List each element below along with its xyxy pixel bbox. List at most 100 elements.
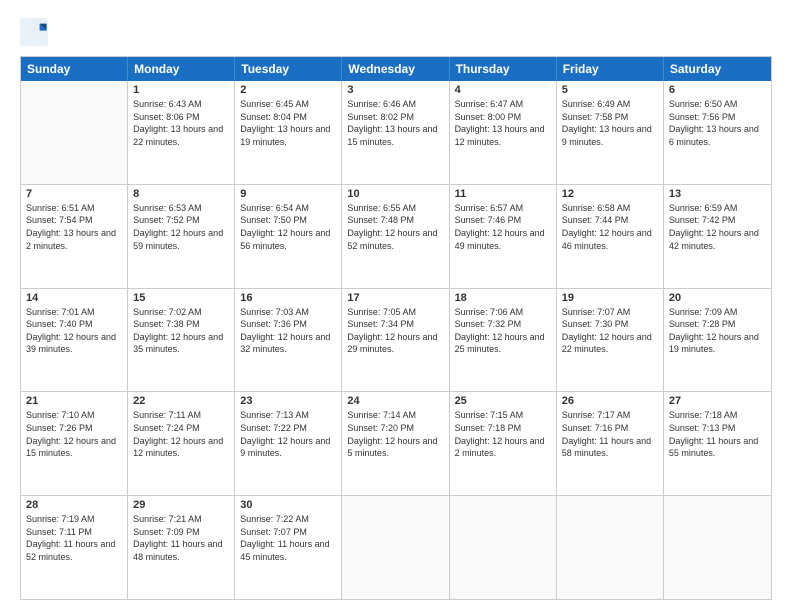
cell-info: Sunrise: 7:18 AMSunset: 7:13 PMDaylight:… [669,409,766,459]
cell-info: Sunrise: 6:54 AMSunset: 7:50 PMDaylight:… [240,202,336,252]
calendar-cell: 30 Sunrise: 7:22 AMSunset: 7:07 PMDayligh… [235,496,342,599]
calendar-header-cell: Tuesday [235,57,342,81]
logo-icon [20,18,48,46]
cell-info: Sunrise: 7:10 AMSunset: 7:26 PMDaylight:… [26,409,122,459]
day-number: 9 [240,188,336,200]
day-number: 6 [669,84,766,96]
cell-info: Sunrise: 7:05 AMSunset: 7:34 PMDaylight:… [347,306,443,356]
cell-info: Sunrise: 7:14 AMSunset: 7:20 PMDaylight:… [347,409,443,459]
day-number: 8 [133,188,229,200]
header [20,18,772,46]
calendar-cell: 20Sunrise: 7:09 AMSunset: 7:28 PMDayligh… [664,289,771,392]
calendar-cell: 24Sunrise: 7:14 AMSunset: 7:20 PMDayligh… [342,392,449,495]
calendar-header: SundayMondayTuesdayWednesdayThursdayFrid… [21,57,771,81]
day-number: 5 [562,84,658,96]
cell-info: Sunrise: 6:45 AMSunset: 8:04 PMDaylight:… [240,98,336,148]
cell-info: Sunrise: 7:13 AMSunset: 7:22 PMDaylight:… [240,409,336,459]
day-number: 13 [669,188,766,200]
calendar-cell: 27 Sunrise: 7:18 AMSunset: 7:13 PMDayligh… [664,392,771,495]
cell-info: Sunrise: 6:53 AMSunset: 7:52 PMDaylight:… [133,202,229,252]
logo [20,18,52,46]
cell-info: Sunrise: 7:03 AMSunset: 7:36 PMDaylight:… [240,306,336,356]
day-number: 1 [133,84,229,96]
calendar-cell [450,496,557,599]
cell-info: Sunrise: 6:43 AMSunset: 8:06 PMDaylight:… [133,98,229,148]
calendar-cell: 16 Sunrise: 7:03 AMSunset: 7:36 PMDayligh… [235,289,342,392]
calendar-cell: 14 Sunrise: 7:01 AMSunset: 7:40 PMDayligh… [21,289,128,392]
calendar-cell [21,81,128,184]
calendar-cell: 15 Sunrise: 7:02 AMSunset: 7:38 PMDayligh… [128,289,235,392]
day-number: 22 [133,395,229,407]
calendar-cell: 11 Sunrise: 6:57 AMSunset: 7:46 PMDayligh… [450,185,557,288]
calendar-cell: 2 Sunrise: 6:45 AMSunset: 8:04 PMDaylight… [235,81,342,184]
cell-info: Sunrise: 7:01 AMSunset: 7:40 PMDaylight:… [26,306,122,356]
calendar-cell: 26 Sunrise: 7:17 AMSunset: 7:16 PMDayligh… [557,392,664,495]
calendar-header-cell: Thursday [450,57,557,81]
day-number: 15 [133,292,229,304]
cell-info: Sunrise: 7:11 AMSunset: 7:24 PMDaylight:… [133,409,229,459]
calendar-row: 1 Sunrise: 6:43 AMSunset: 8:06 PMDaylight… [21,81,771,184]
day-number: 26 [562,395,658,407]
cell-info: Sunrise: 6:46 AMSunset: 8:02 PMDaylight:… [347,98,443,148]
cell-info: Sunrise: 6:49 AMSunset: 7:58 PMDaylight:… [562,98,658,148]
calendar-cell: 28 Sunrise: 7:19 AMSunset: 7:11 PMDayligh… [21,496,128,599]
calendar-cell: 6 Sunrise: 6:50 AMSunset: 7:56 PMDaylight… [664,81,771,184]
calendar-cell: 12 Sunrise: 6:58 AMSunset: 7:44 PMDayligh… [557,185,664,288]
day-number: 10 [347,188,443,200]
day-number: 7 [26,188,122,200]
cell-info: Sunrise: 7:22 AMSunset: 7:07 PMDaylight:… [240,513,336,563]
day-number: 27 [669,395,766,407]
cell-info: Sunrise: 6:59 AMSunset: 7:42 PMDaylight:… [669,202,766,252]
calendar-cell: 10Sunrise: 6:55 AMSunset: 7:48 PMDayligh… [342,185,449,288]
cell-info: Sunrise: 7:19 AMSunset: 7:11 PMDaylight:… [26,513,122,563]
calendar-cell: 9 Sunrise: 6:54 AMSunset: 7:50 PMDaylight… [235,185,342,288]
day-number: 14 [26,292,122,304]
cell-info: Sunrise: 7:07 AMSunset: 7:30 PMDaylight:… [562,306,658,356]
cell-info: Sunrise: 6:47 AMSunset: 8:00 PMDaylight:… [455,98,551,148]
day-number: 28 [26,499,122,511]
cell-info: Sunrise: 6:50 AMSunset: 7:56 PMDaylight:… [669,98,766,148]
calendar-cell: 3 Sunrise: 6:46 AMSunset: 8:02 PMDaylight… [342,81,449,184]
calendar-cell: 7 Sunrise: 6:51 AMSunset: 7:54 PMDaylight… [21,185,128,288]
calendar-cell: 5 Sunrise: 6:49 AMSunset: 7:58 PMDaylight… [557,81,664,184]
calendar-row: 21 Sunrise: 7:10 AMSunset: 7:26 PMDayligh… [21,391,771,495]
calendar-header-cell: Friday [557,57,664,81]
calendar-header-cell: Wednesday [342,57,449,81]
day-number: 21 [26,395,122,407]
day-number: 18 [455,292,551,304]
day-number: 25 [455,395,551,407]
cell-info: Sunrise: 6:58 AMSunset: 7:44 PMDaylight:… [562,202,658,252]
calendar-cell [557,496,664,599]
day-number: 2 [240,84,336,96]
cell-info: Sunrise: 7:17 AMSunset: 7:16 PMDaylight:… [562,409,658,459]
day-number: 11 [455,188,551,200]
day-number: 23 [240,395,336,407]
calendar-header-cell: Sunday [21,57,128,81]
calendar-cell: 17Sunrise: 7:05 AMSunset: 7:34 PMDayligh… [342,289,449,392]
calendar-cell [664,496,771,599]
day-number: 3 [347,84,443,96]
page: SundayMondayTuesdayWednesdayThursdayFrid… [0,0,792,612]
calendar-body: 1 Sunrise: 6:43 AMSunset: 8:06 PMDaylight… [21,81,771,599]
calendar-cell: 22 Sunrise: 7:11 AMSunset: 7:24 PMDayligh… [128,392,235,495]
calendar-cell: 8 Sunrise: 6:53 AMSunset: 7:52 PMDaylight… [128,185,235,288]
calendar-cell: 4 Sunrise: 6:47 AMSunset: 8:00 PMDaylight… [450,81,557,184]
day-number: 29 [133,499,229,511]
calendar-row: 7 Sunrise: 6:51 AMSunset: 7:54 PMDaylight… [21,184,771,288]
calendar-header-cell: Saturday [664,57,771,81]
cell-info: Sunrise: 6:51 AMSunset: 7:54 PMDaylight:… [26,202,122,252]
day-number: 4 [455,84,551,96]
calendar: SundayMondayTuesdayWednesdayThursdayFrid… [20,56,772,600]
cell-info: Sunrise: 6:57 AMSunset: 7:46 PMDaylight:… [455,202,551,252]
calendar-cell: 25Sunrise: 7:15 AMSunset: 7:18 PMDayligh… [450,392,557,495]
day-number: 16 [240,292,336,304]
cell-info: Sunrise: 7:06 AMSunset: 7:32 PMDaylight:… [455,306,551,356]
calendar-cell: 29Sunrise: 7:21 AMSunset: 7:09 PMDayligh… [128,496,235,599]
calendar-cell: 19Sunrise: 7:07 AMSunset: 7:30 PMDayligh… [557,289,664,392]
cell-info: Sunrise: 7:02 AMSunset: 7:38 PMDaylight:… [133,306,229,356]
calendar-cell: 18 Sunrise: 7:06 AMSunset: 7:32 PMDayligh… [450,289,557,392]
calendar-cell: 13 Sunrise: 6:59 AMSunset: 7:42 PMDayligh… [664,185,771,288]
day-number: 12 [562,188,658,200]
calendar-cell: 21 Sunrise: 7:10 AMSunset: 7:26 PMDayligh… [21,392,128,495]
day-number: 30 [240,499,336,511]
